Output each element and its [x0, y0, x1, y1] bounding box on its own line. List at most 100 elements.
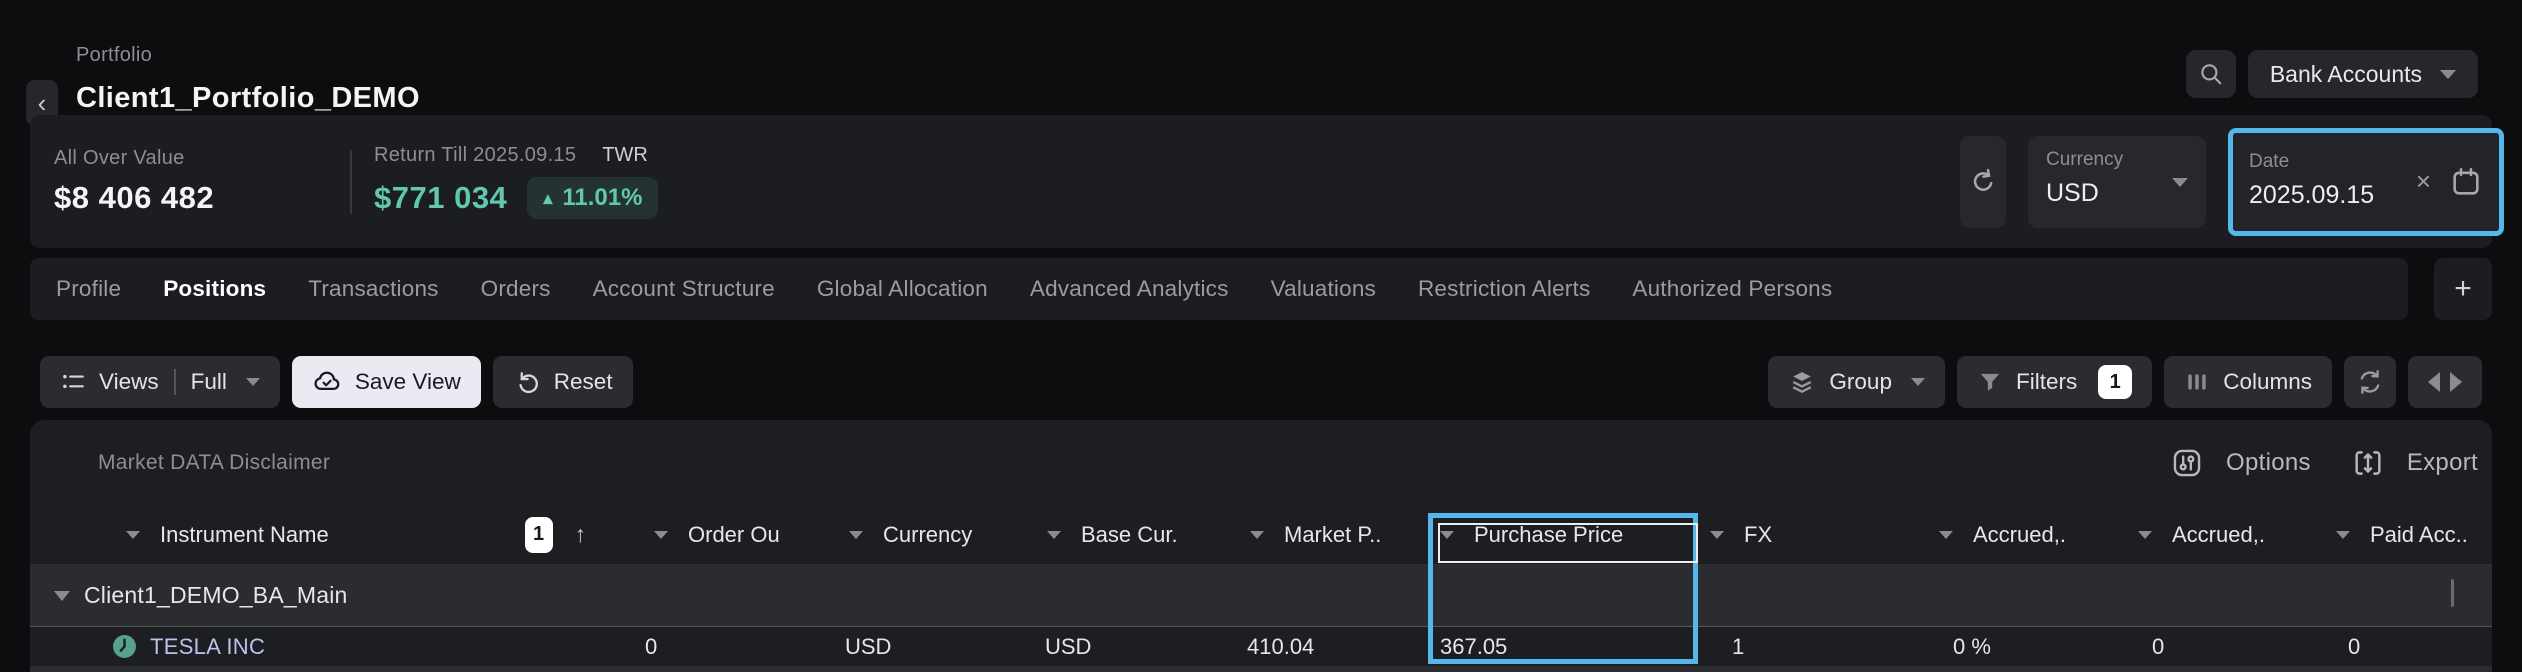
column-label: Accrued,. — [1973, 522, 2066, 548]
chevron-down-icon — [246, 378, 260, 386]
market-data-disclaimer[interactable]: Market DATA Disclaimer — [98, 451, 330, 475]
date-value: 2025.09.15 — [2249, 181, 2374, 210]
column-menu-caret-icon[interactable] — [2138, 531, 2152, 539]
breadcrumb: Portfolio — [76, 44, 152, 67]
search-icon — [2198, 61, 2224, 87]
tab-global-allocation[interactable]: Global Allocation — [817, 276, 988, 302]
column-menu-caret-icon[interactable] — [2336, 531, 2350, 539]
column-header-accrued[interactable]: Accrued,. — [2126, 505, 2324, 564]
tab-orders[interactable]: Orders — [481, 276, 551, 302]
tab-advanced-analytics[interactable]: Advanced Analytics — [1030, 276, 1229, 302]
column-label: Currency — [883, 522, 972, 548]
column-label: Order Ou — [688, 522, 780, 548]
clear-date-button[interactable]: × — [2410, 166, 2437, 197]
clock-icon — [112, 634, 137, 659]
sort-priority-badge: 1 — [525, 517, 553, 553]
refresh-button[interactable] — [1960, 136, 2006, 228]
summary-controls: Currency USD Date 2025.09.15 × — [1960, 128, 2492, 236]
add-tab-button[interactable]: + — [2434, 258, 2492, 320]
top-bar: ‹ Portfolio Client1_Portfolio_DEMO Bank … — [0, 0, 2522, 112]
column-label: Accrued,. — [2172, 522, 2265, 548]
metric-divider — [350, 150, 352, 214]
filter-funnel-icon — [1977, 369, 2003, 395]
column-label: Base Cur. — [1081, 522, 1178, 548]
arrow-left-icon — [2428, 372, 2440, 392]
column-header-base-currency[interactable]: Base Cur. — [1035, 505, 1238, 564]
date-field-highlight: Date 2025.09.15 × — [2228, 128, 2504, 236]
columns-button[interactable]: Columns — [2164, 356, 2332, 408]
sync-button[interactable] — [2344, 356, 2396, 408]
views-dropdown[interactable]: Views Full — [40, 356, 280, 408]
export-label: Export — [2407, 449, 2478, 477]
accrued-pct-cell: 0 % — [1927, 634, 2126, 660]
all-over-value-label: All Over Value — [54, 147, 350, 170]
chevron-down-icon — [2440, 70, 2456, 79]
table-row-tesla[interactable]: TESLA INC 0 USD USD 410.04 367.05 1 0 % … — [30, 627, 2492, 666]
column-menu-caret-icon[interactable] — [1710, 531, 1724, 539]
options-button[interactable]: Options — [2170, 446, 2311, 480]
views-divider — [174, 369, 176, 395]
column-label: Instrument Name — [160, 522, 329, 548]
all-over-value-metric: All Over Value $8 406 482 — [54, 147, 350, 216]
tab-restriction-alerts[interactable]: Restriction Alerts — [1418, 276, 1590, 302]
scrollbar-thumb[interactable] — [2451, 579, 2454, 607]
refresh-icon — [1968, 167, 1998, 197]
view-toolbar: Views Full Save View Reset Group — [40, 356, 2492, 408]
currency-cell: USD — [837, 634, 1035, 660]
tab-account-structure[interactable]: Account Structure — [593, 276, 775, 302]
market-price-cell: 410.04 — [1238, 634, 1428, 660]
column-menu-caret-icon[interactable] — [1939, 531, 1953, 539]
column-menu-caret-icon[interactable] — [1250, 531, 1264, 539]
column-header-market-price[interactable]: Market P.. — [1238, 505, 1428, 564]
options-sliders-icon — [2170, 446, 2204, 480]
column-header-instrument-name[interactable]: Instrument Name 1 ↑ — [30, 505, 642, 564]
sort-ascending-icon[interactable]: ↑ — [575, 521, 587, 548]
column-header-currency[interactable]: Currency — [837, 505, 1035, 564]
reset-button[interactable]: Reset — [493, 356, 633, 408]
group-row-client1-demo-ba-main[interactable]: Client1_DEMO_BA_Main — [30, 565, 2492, 627]
cloud-check-icon — [312, 367, 342, 397]
column-header-order-ou[interactable]: Order Ou — [642, 505, 837, 564]
date-label: Date — [2249, 151, 2374, 173]
group-dropdown[interactable]: Group — [1768, 356, 1945, 408]
column-header-purchase-price[interactable]: Purchase Price — [1428, 505, 1698, 564]
options-label: Options — [2226, 449, 2311, 477]
tab-profile[interactable]: Profile — [56, 276, 121, 302]
views-label: Views — [99, 369, 159, 395]
tab-valuations[interactable]: Valuations — [1271, 276, 1376, 302]
table-controls: Group Filters 1 Columns — [1768, 356, 2482, 408]
search-button[interactable] — [2186, 50, 2236, 98]
page-title: Client1_Portfolio_DEMO — [76, 82, 420, 115]
trend-up-icon: ▴ — [543, 188, 552, 209]
tab-positions[interactable]: Positions — [163, 276, 266, 302]
group-label: Client1_DEMO_BA_Main — [84, 582, 348, 609]
fx-cell: 1 — [1698, 634, 1927, 660]
save-view-button[interactable]: Save View — [292, 356, 481, 408]
export-button[interactable]: Export — [2351, 446, 2478, 480]
accrued-cell: 0 — [2126, 634, 2324, 660]
instrument-name-link[interactable]: TESLA INC — [150, 634, 265, 660]
tab-transactions[interactable]: Transactions — [308, 276, 438, 302]
filters-button[interactable]: Filters 1 — [1957, 356, 2152, 408]
date-picker-field[interactable]: Date 2025.09.15 × — [2233, 133, 2499, 231]
calendar-button[interactable] — [2449, 165, 2483, 199]
base-currency-cell: USD — [1035, 634, 1238, 660]
return-till-label: Return Till 2025.09.15 — [374, 144, 576, 167]
column-menu-caret-icon[interactable] — [126, 531, 140, 539]
column-header-accrued-pct[interactable]: Accrued,. — [1927, 505, 2126, 564]
column-menu-caret-icon[interactable] — [1440, 531, 1454, 539]
column-header-fx[interactable]: FX — [1698, 505, 1927, 564]
tab-authorized-persons[interactable]: Authorized Persons — [1632, 276, 1832, 302]
pan-columns-button[interactable] — [2408, 356, 2482, 408]
export-icon — [2351, 446, 2385, 480]
column-menu-caret-icon[interactable] — [1047, 531, 1061, 539]
column-menu-caret-icon[interactable] — [654, 531, 668, 539]
bank-accounts-dropdown[interactable]: Bank Accounts — [2248, 50, 2478, 98]
collapse-caret-icon[interactable] — [54, 591, 70, 601]
column-header-paid-accrued[interactable]: Paid Acc.. — [2324, 505, 2492, 564]
return-percent: 11.01% — [562, 184, 642, 212]
all-over-value: $8 406 482 — [54, 180, 350, 216]
currency-dropdown[interactable]: Currency USD — [2028, 136, 2206, 228]
column-menu-caret-icon[interactable] — [849, 531, 863, 539]
arrow-right-icon — [2450, 372, 2462, 392]
